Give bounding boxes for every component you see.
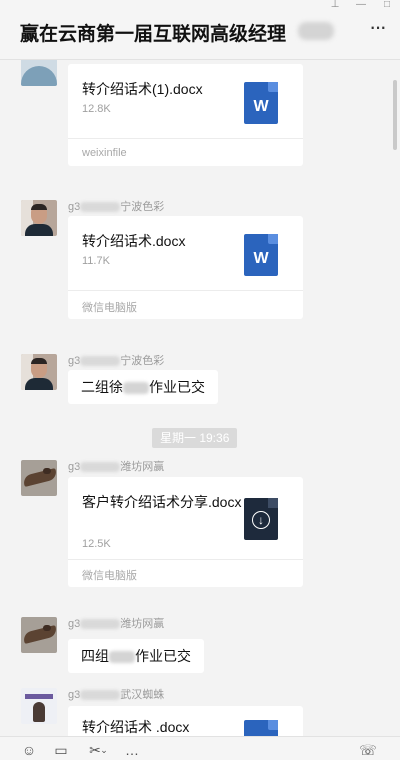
text-message[interactable]: 四组 作业已交 <box>68 639 204 673</box>
avatar[interactable] <box>21 460 57 496</box>
avatar[interactable] <box>21 617 57 653</box>
file-source: weixinfile <box>82 147 127 159</box>
time-separator: 星期一 19:36 <box>152 428 238 448</box>
more-options-button[interactable]: ··· <box>364 16 390 40</box>
file-name: 转介绍话术.docx <box>82 233 186 249</box>
window-controls: ⊥ — □ <box>322 0 400 14</box>
dropdown-chevron-icon[interactable]: ⌄ <box>99 742 109 758</box>
divider <box>68 138 303 139</box>
file-name: 转介绍话术(1).docx <box>82 81 203 97</box>
maximize-icon[interactable]: □ <box>374 0 400 12</box>
message-item: g3 潍坊网赢 四组 作业已交 <box>0 615 400 675</box>
divider <box>68 559 303 560</box>
file-message[interactable]: 转介绍话术 .docx W <box>68 706 303 736</box>
message-item: g3 宁波色彩 二组徐 作业已交 <box>0 352 400 412</box>
file-size: 11.7K <box>82 255 110 267</box>
sender-name: g3 潍坊网赢 <box>68 618 165 630</box>
message-item: 转介绍话术(1).docx 12.8K W weixinfile <box>0 60 400 170</box>
chat-history-icon[interactable]: … <box>122 742 142 758</box>
text-message[interactable]: 二组徐 作业已交 <box>68 370 218 404</box>
file-message[interactable]: 客户转介绍话术分享.docx 12.5K ↓ 微信电脑版 <box>68 477 303 587</box>
sender-name: g3 潍坊网赢 <box>68 461 165 473</box>
sender-name: g3 宁波色彩 <box>68 201 165 213</box>
file-name: 转介绍话术 .docx <box>82 719 190 735</box>
file-message[interactable]: 转介绍话术(1).docx 12.8K W weixinfile <box>68 64 303 166</box>
file-name: 客户转介绍话术分享.docx <box>82 494 242 510</box>
avatar[interactable] <box>21 688 57 724</box>
pin-icon[interactable]: ⊥ <box>322 0 348 12</box>
redacted-member-count <box>298 22 334 40</box>
file-size: 12.5K <box>82 538 111 550</box>
file-source: 微信电脑版 <box>82 570 137 582</box>
divider <box>68 290 303 291</box>
file-message[interactable]: 转介绍话术.docx 11.7K W 微信电脑版 <box>68 216 303 319</box>
file-size: 12.8K <box>82 103 111 115</box>
word-file-icon: W <box>244 234 278 276</box>
video-call-icon[interactable]: ☏ <box>358 742 378 758</box>
message-item: g3武汉蜘蛛 转介绍话术 .docx W <box>0 686 400 736</box>
sender-name: g3 武汉蜘蛛 <box>68 689 165 701</box>
word-file-icon: W <box>244 720 278 736</box>
file-source: 微信电脑版 <box>82 302 137 314</box>
folder-icon[interactable]: ▭ <box>51 742 71 758</box>
chat-header: ⊥ — □ 赢在云商第一届互联网高级经理 ··· <box>0 0 400 60</box>
download-icon[interactable]: ↓ <box>244 498 278 540</box>
message-list[interactable]: 转介绍话术(1).docx 12.8K W weixinfile g3 宁波色彩 … <box>0 60 400 736</box>
message-item: g3 潍坊网赢 客户转介绍话术分享.docx 12.5K ↓ 微信电脑版 <box>0 458 400 588</box>
input-toolbar: ☺ ▭ ✂ ⌄ … ☏ <box>0 736 400 760</box>
message-item: g3 宁波色彩 转介绍话术.docx 11.7K W 微信电脑版 <box>0 198 400 323</box>
chat-title: 赢在云商第一届互联网高级经理 <box>20 24 287 45</box>
avatar[interactable] <box>21 354 57 390</box>
sender-name: g3 宁波色彩 <box>68 355 165 367</box>
avatar[interactable] <box>21 200 57 236</box>
avatar[interactable] <box>21 60 57 86</box>
emoji-icon[interactable]: ☺ <box>19 742 39 758</box>
minimize-icon[interactable]: — <box>348 0 374 12</box>
word-file-icon: W <box>244 82 278 124</box>
